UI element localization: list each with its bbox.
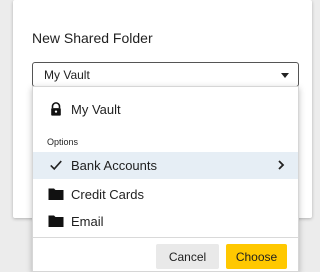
dropdown-item-label: My Vault bbox=[71, 102, 121, 117]
dropdown-item-credit-cards[interactable]: Credit Cards bbox=[33, 181, 298, 207]
caret-down-icon bbox=[281, 73, 289, 78]
cancel-button[interactable]: Cancel bbox=[156, 244, 219, 269]
dropdown-item-my-vault[interactable]: My Vault bbox=[33, 96, 298, 122]
dropdown-item-label: Credit Cards bbox=[71, 187, 144, 202]
vault-select[interactable]: My Vault bbox=[32, 62, 299, 87]
folder-icon bbox=[48, 188, 64, 200]
vault-select-value: My Vault bbox=[44, 68, 90, 82]
dropdown-item-email[interactable]: Email bbox=[33, 208, 298, 234]
chevron-right-icon bbox=[278, 160, 285, 170]
dropdown-item-bank-accounts[interactable]: Bank Accounts bbox=[33, 152, 298, 179]
dropdown-item-label: Bank Accounts bbox=[71, 158, 157, 173]
checkmark-icon bbox=[50, 160, 62, 171]
choose-button[interactable]: Choose bbox=[226, 244, 287, 269]
folder-icon bbox=[48, 215, 64, 227]
dialog-title: New Shared Folder bbox=[32, 30, 153, 46]
vault-dropdown-menu: My Vault Options Bank Accounts Credit Ca… bbox=[32, 86, 299, 272]
divider bbox=[33, 237, 298, 238]
dropdown-item-label: Email bbox=[71, 214, 104, 229]
options-section-label: Options bbox=[47, 137, 79, 147]
lock-icon bbox=[51, 102, 61, 116]
